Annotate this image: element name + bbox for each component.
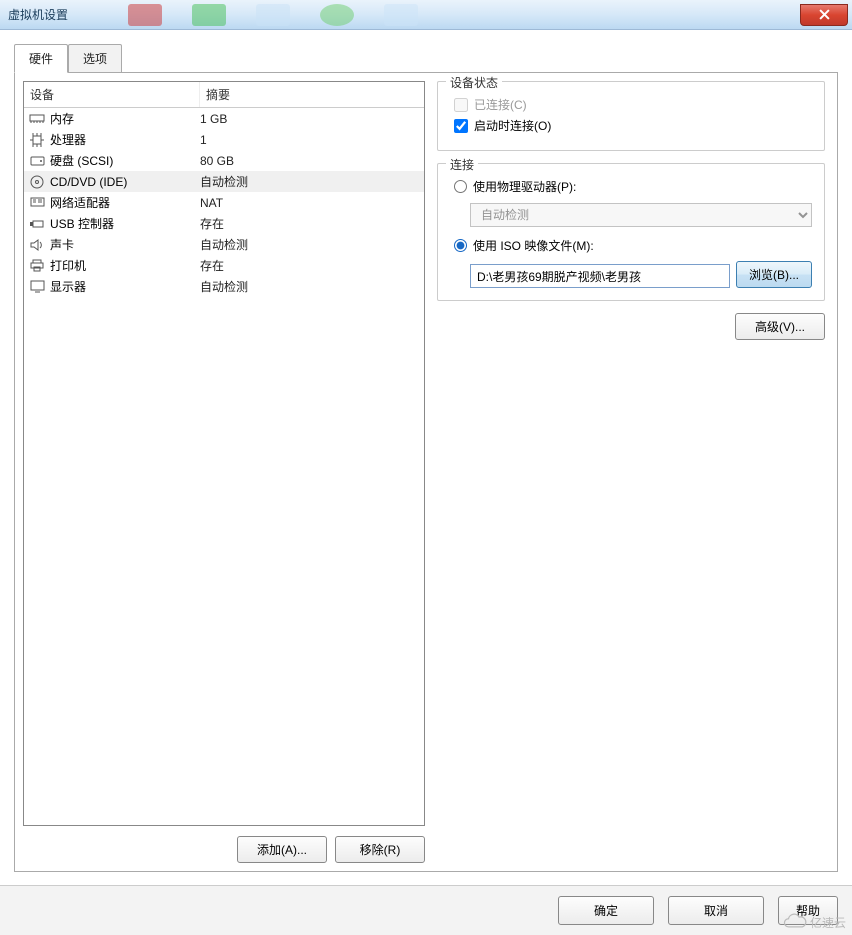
device-summary: 自动检测 <box>200 278 420 295</box>
tab-hardware[interactable]: 硬件 <box>14 44 68 73</box>
device-name: 网络适配器 <box>50 194 110 211</box>
advanced-button[interactable]: 高级(V)... <box>735 313 825 340</box>
checkbox-onpower[interactable] <box>454 119 468 133</box>
device-row-memory[interactable]: 内存 1 GB <box>24 108 424 129</box>
label-onpower: 启动时连接(O) <box>474 117 551 134</box>
remove-button[interactable]: 移除(R) <box>335 836 425 863</box>
group-connection: 连接 使用物理驱动器(P): 自动检测 使用 ISO 映像文件(M): <box>437 163 825 301</box>
device-summary: 存在 <box>200 257 420 274</box>
label-iso: 使用 ISO 映像文件(M): <box>473 237 594 254</box>
cloud-icon <box>782 913 808 931</box>
cancel-button[interactable]: 取消 <box>668 896 764 925</box>
display-icon <box>28 279 46 295</box>
device-name: 处理器 <box>50 131 86 148</box>
device-list[interactable]: 设备 摘要 内存 1 GB 处理器 1 硬盘 (SCSI) 80 GB CD/DVD (ID… <box>23 81 425 826</box>
header-device: 设备 <box>24 82 200 107</box>
checkbox-onpower-row[interactable]: 启动时连接(O) <box>454 117 812 134</box>
device-row-cd[interactable]: CD/DVD (IDE) 自动检测 <box>24 171 424 192</box>
printer-icon <box>28 258 46 274</box>
device-summary: 存在 <box>200 215 420 232</box>
checkbox-connected-row: 已连接(C) <box>454 96 812 113</box>
device-row-display[interactable]: 显示器 自动检测 <box>24 276 424 297</box>
label-physical: 使用物理驱动器(P): <box>473 178 576 195</box>
device-summary: 1 GB <box>200 112 420 126</box>
device-name: CD/DVD (IDE) <box>50 175 127 189</box>
close-button[interactable] <box>800 4 848 26</box>
device-name: USB 控制器 <box>50 215 114 232</box>
ok-button[interactable]: 确定 <box>558 896 654 925</box>
disk-icon <box>28 153 46 169</box>
radio-physical-row[interactable]: 使用物理驱动器(P): <box>454 178 812 195</box>
tabs: 硬件 选项 <box>14 44 838 73</box>
radio-iso[interactable] <box>454 239 467 252</box>
device-row-cpu[interactable]: 处理器 1 <box>24 129 424 150</box>
group-title-connection: 连接 <box>446 156 478 173</box>
usb-icon <box>28 216 46 232</box>
group-device-status: 设备状态 已连接(C) 启动时连接(O) <box>437 81 825 151</box>
browse-button[interactable]: 浏览(B)... <box>736 261 812 288</box>
sound-icon <box>28 237 46 253</box>
combo-physical: 自动检测 <box>470 203 812 227</box>
cd-icon <box>28 174 46 190</box>
memory-icon <box>28 111 46 127</box>
device-summary: 自动检测 <box>200 173 420 190</box>
device-row-net[interactable]: 网络适配器 NAT <box>24 192 424 213</box>
titlebar: 虚拟机设置 <box>0 0 852 30</box>
device-row-sound[interactable]: 声卡 自动检测 <box>24 234 424 255</box>
device-summary: NAT <box>200 196 420 210</box>
footer: 确定 取消 帮助 亿速云 <box>0 885 852 935</box>
device-name: 内存 <box>50 110 74 127</box>
net-icon <box>28 195 46 211</box>
device-name: 显示器 <box>50 278 86 295</box>
device-name: 硬盘 (SCSI) <box>50 152 113 169</box>
tab-options[interactable]: 选项 <box>68 44 122 73</box>
device-list-header: 设备 摘要 <box>24 82 424 108</box>
device-row-disk[interactable]: 硬盘 (SCSI) 80 GB <box>24 150 424 171</box>
group-title-status: 设备状态 <box>446 74 502 91</box>
radio-iso-row[interactable]: 使用 ISO 映像文件(M): <box>454 237 812 254</box>
radio-physical[interactable] <box>454 180 467 193</box>
add-button[interactable]: 添加(A)... <box>237 836 327 863</box>
label-connected: 已连接(C) <box>474 96 527 113</box>
header-summary: 摘要 <box>200 82 236 107</box>
device-summary: 自动检测 <box>200 236 420 253</box>
device-summary: 80 GB <box>200 154 420 168</box>
device-row-printer[interactable]: 打印机 存在 <box>24 255 424 276</box>
device-name: 声卡 <box>50 236 74 253</box>
close-icon <box>819 9 830 20</box>
device-name: 打印机 <box>50 257 86 274</box>
device-row-usb[interactable]: USB 控制器 存在 <box>24 213 424 234</box>
window-title: 虚拟机设置 <box>8 6 68 23</box>
combo-iso-path[interactable] <box>470 264 730 288</box>
device-summary: 1 <box>200 133 420 147</box>
cpu-icon <box>28 132 46 148</box>
checkbox-connected <box>454 98 468 112</box>
titlebar-bg-icons <box>128 4 800 26</box>
watermark: 亿速云 <box>782 913 846 931</box>
